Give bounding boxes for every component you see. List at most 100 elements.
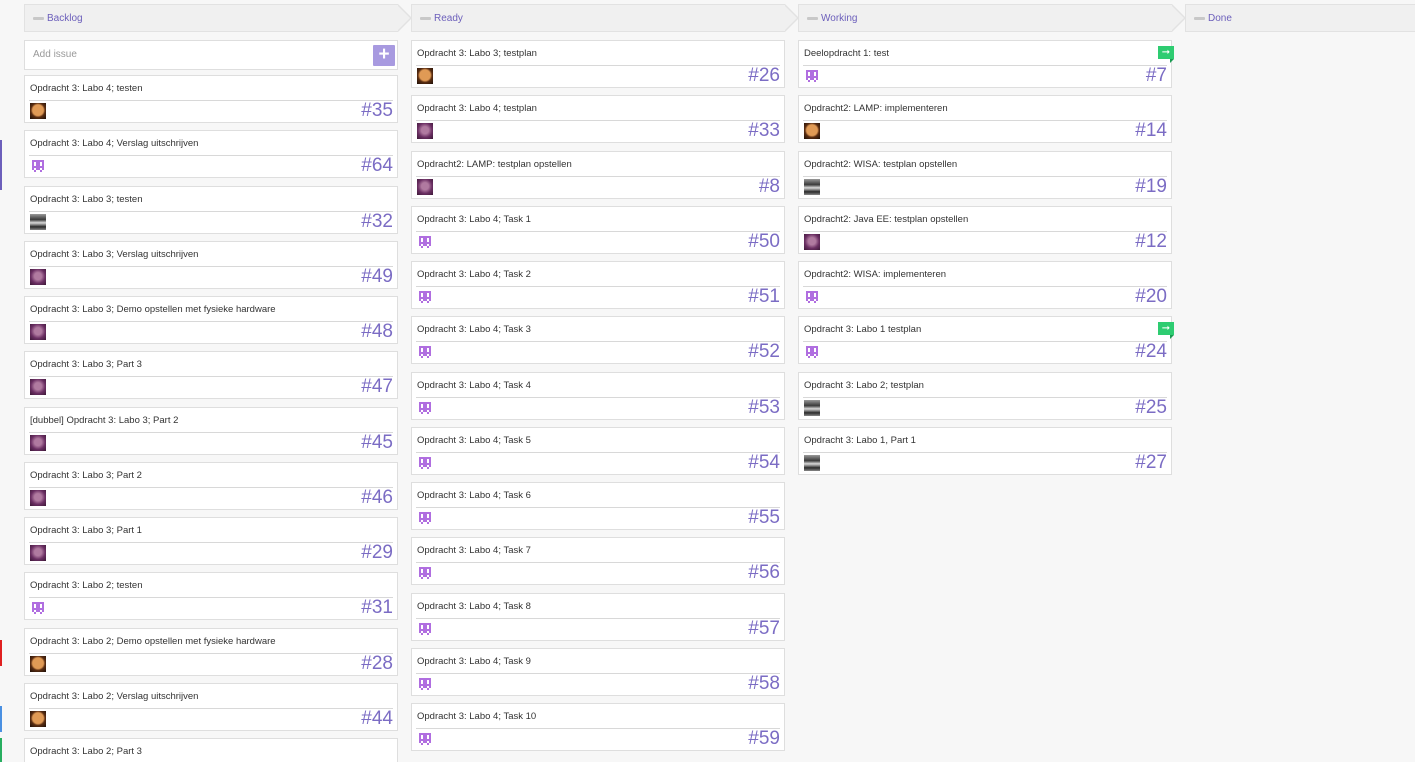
issue-title[interactable]: Opdracht 3: Labo 2; Demo opstellen met f… — [30, 636, 276, 647]
issue-card[interactable]: Opdracht 3: Labo 4; Task 3 #52 — [411, 316, 785, 364]
issue-number[interactable]: #29 — [361, 542, 393, 564]
issue-number[interactable]: #8 — [759, 176, 780, 198]
issue-title[interactable]: Opdracht 3: Labo 4; Task 3 — [417, 324, 531, 335]
issue-title[interactable]: Opdracht 3: Labo 3; Part 1 — [30, 525, 142, 536]
issue-card[interactable]: Opdracht 3: Labo 3; Demo opstellen met f… — [24, 296, 398, 344]
assignee-avatar[interactable] — [30, 490, 46, 506]
issue-title[interactable]: Deelopdracht 1: test — [804, 48, 889, 59]
issue-card[interactable]: Opdracht 3: Labo 4; Task 6 #55 — [411, 482, 785, 530]
issue-title[interactable]: Opdracht 3: Labo 1 testplan — [804, 324, 921, 335]
issue-card[interactable]: Opdracht2: LAMP: testplan opstellen #8 — [411, 151, 785, 199]
issue-number[interactable]: #26 — [748, 65, 780, 87]
issue-card[interactable]: Opdracht 3: Labo 2; Demo opstellen met f… — [24, 628, 398, 676]
issue-number[interactable]: #7 — [1146, 65, 1167, 87]
assignee-avatar[interactable] — [30, 711, 46, 727]
issue-card[interactable]: Opdracht 3: Labo 4; Task 7 #56 — [411, 537, 785, 585]
pull-request-flag-icon[interactable]: ➞ — [1158, 46, 1174, 63]
drag-handle-icon[interactable] — [33, 17, 44, 20]
drag-handle-icon[interactable] — [1194, 17, 1205, 20]
issue-title[interactable]: Opdracht 3: Labo 4; Task 5 — [417, 435, 531, 446]
assignee-avatar[interactable] — [30, 214, 46, 230]
issue-number[interactable]: #32 — [361, 211, 393, 233]
issue-number[interactable]: #45 — [361, 432, 393, 454]
drag-handle-icon[interactable] — [807, 17, 818, 20]
issue-title[interactable]: Opdracht2: LAMP: implementeren — [804, 103, 948, 114]
issue-number[interactable]: #46 — [361, 487, 393, 509]
issue-number[interactable]: #35 — [361, 100, 393, 122]
issue-card[interactable]: Deelopdracht 1: test #7 ➞ — [798, 40, 1174, 88]
issue-card[interactable]: Opdracht2: LAMP: implementeren #14 — [798, 95, 1172, 143]
issue-card[interactable]: Opdracht 3: Labo 4; Task 5 #54 — [411, 427, 785, 475]
issue-title[interactable]: Opdracht 3: Labo 4; Task 1 — [417, 214, 531, 225]
issue-number[interactable]: #52 — [748, 341, 780, 363]
issue-title[interactable]: Opdracht 3: Labo 4; Task 6 — [417, 490, 531, 501]
issue-number[interactable]: #56 — [748, 562, 780, 584]
issue-title[interactable]: Opdracht 3: Labo 4; Task 8 — [417, 601, 531, 612]
issue-number[interactable]: #28 — [361, 653, 393, 675]
issue-card[interactable]: Opdracht 3: Labo 4; Task 1 #50 — [411, 206, 785, 254]
issue-title[interactable]: Opdracht 3: Labo 3; Demo opstellen met f… — [30, 304, 276, 315]
issue-title[interactable]: Opdracht2: WISA: implementeren — [804, 269, 946, 280]
issue-card[interactable]: Opdracht 3: Labo 3; Part 2 #46 — [24, 462, 398, 510]
assignee-avatar[interactable] — [417, 289, 433, 305]
column-header[interactable]: Backlog — [24, 4, 412, 32]
assignee-avatar[interactable] — [417, 179, 433, 195]
issue-title[interactable]: Opdracht 3: Labo 4; Verslag uitschrijven — [30, 138, 198, 149]
assignee-avatar[interactable] — [30, 269, 46, 285]
assignee-avatar[interactable] — [30, 324, 46, 340]
assignee-avatar[interactable] — [417, 731, 433, 747]
issue-title[interactable]: Opdracht 3: Labo 2; testplan — [804, 380, 924, 391]
assignee-avatar[interactable] — [417, 344, 433, 360]
issue-card[interactable]: Opdracht 3: Labo 1 testplan #24 ➞ — [798, 316, 1174, 364]
issue-number[interactable]: #58 — [748, 673, 780, 695]
add-issue-button[interactable]: + — [373, 45, 395, 66]
issue-card[interactable]: Opdracht 3: Labo 2; testplan #25 — [798, 372, 1172, 420]
issue-number[interactable]: #59 — [748, 728, 780, 750]
issue-title[interactable]: [dubbel] Opdracht 3: Labo 3; Part 2 — [30, 415, 178, 426]
issue-title[interactable]: Opdracht2: LAMP: testplan opstellen — [417, 159, 572, 170]
issue-number[interactable]: #19 — [1135, 176, 1167, 198]
issue-card[interactable]: Opdracht 3: Labo 1, Part 1 #27 — [798, 427, 1172, 475]
issue-title[interactable]: Opdracht 3: Labo 3; testen — [30, 194, 143, 205]
issue-card[interactable]: Opdracht2: Java EE: testplan opstellen #1… — [798, 206, 1172, 254]
assignee-avatar[interactable] — [417, 123, 433, 139]
assignee-avatar[interactable] — [417, 400, 433, 416]
issue-number[interactable]: #27 — [1135, 452, 1167, 474]
issue-title[interactable]: Opdracht 3: Labo 4; testplan — [417, 103, 537, 114]
issue-number[interactable]: #64 — [361, 155, 393, 177]
issue-title[interactable]: Opdracht 3: Labo 4; Task 2 — [417, 269, 531, 280]
issue-number[interactable]: #54 — [748, 452, 780, 474]
assignee-avatar[interactable] — [804, 68, 820, 84]
issue-number[interactable]: #20 — [1135, 286, 1167, 308]
issue-card[interactable]: Opdracht 3: Labo 3; Part 3 #47 — [24, 351, 398, 399]
issue-card[interactable]: Opdracht 3: Labo 4; Task 4 #53 — [411, 372, 785, 420]
issue-card[interactable]: Opdracht 3: Labo 3; Part 1 #29 — [24, 517, 398, 565]
assignee-avatar[interactable] — [804, 234, 820, 250]
issue-number[interactable]: #31 — [361, 597, 393, 619]
issue-card[interactable]: Opdracht 3: Labo 4; testen #35 — [24, 75, 398, 123]
assignee-avatar[interactable] — [417, 234, 433, 250]
column-header[interactable]: Done — [1185, 4, 1415, 32]
column-header[interactable]: Working — [798, 4, 1186, 32]
assignee-avatar[interactable] — [30, 379, 46, 395]
assignee-avatar[interactable] — [804, 400, 820, 416]
issue-title[interactable]: Opdracht 3: Labo 2; testen — [30, 580, 143, 591]
issue-card[interactable]: Opdracht 3: Labo 4; Task 10 #59 — [411, 703, 785, 751]
issue-title[interactable]: Opdracht2: WISA: testplan opstellen — [804, 159, 957, 170]
issue-card[interactable]: Opdracht 3: Labo 3; Verslag uitschrijven… — [24, 241, 398, 289]
issue-number[interactable]: #47 — [361, 376, 393, 398]
issue-number[interactable]: #48 — [361, 321, 393, 343]
issue-title[interactable]: Opdracht 3: Labo 2; Verslag uitschrijven — [30, 691, 198, 702]
issue-card[interactable]: [dubbel] Opdracht 3: Labo 3; Part 2 #45 — [24, 407, 398, 455]
issue-number[interactable]: #33 — [748, 120, 780, 142]
assignee-avatar[interactable] — [804, 289, 820, 305]
assignee-avatar[interactable] — [417, 676, 433, 692]
issue-title[interactable]: Opdracht 3: Labo 4; testen — [30, 83, 143, 94]
issue-title[interactable]: Opdracht 3: Labo 4; Task 9 — [417, 656, 531, 667]
assignee-avatar[interactable] — [30, 600, 46, 616]
issue-number[interactable]: #12 — [1135, 231, 1167, 253]
assignee-avatar[interactable] — [417, 621, 433, 637]
issue-card[interactable]: Opdracht 3: Labo 2; Part 3 — [24, 738, 398, 762]
issue-number[interactable]: #14 — [1135, 120, 1167, 142]
assignee-avatar[interactable] — [417, 68, 433, 84]
